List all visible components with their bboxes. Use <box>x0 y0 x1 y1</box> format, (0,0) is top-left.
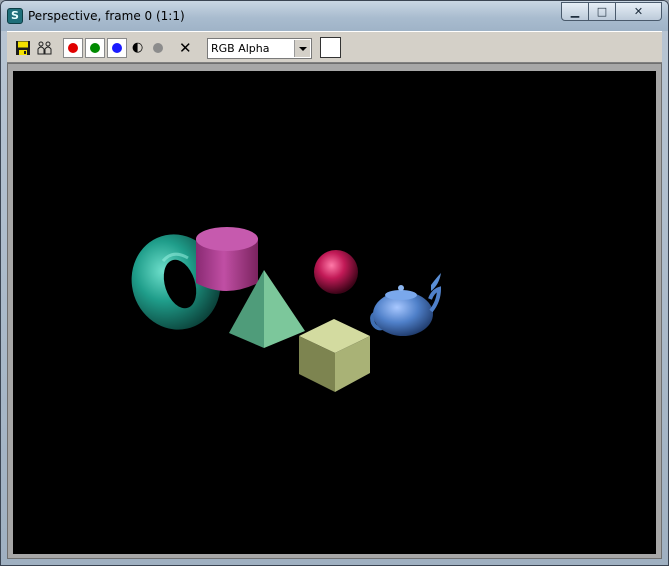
monochrome-button[interactable]: ◐ <box>132 38 146 58</box>
clear-button[interactable]: ✕ <box>179 38 195 58</box>
floppy-disk-icon <box>16 41 30 55</box>
blue-channel-toggle[interactable] <box>107 38 127 58</box>
maximize-icon: □ <box>596 5 608 18</box>
red-channel-toggle[interactable] <box>63 38 83 58</box>
render-toolbar: ◐ ✕ RGB Alpha <box>7 31 662 63</box>
sphere <box>314 250 358 294</box>
chevron-down-icon[interactable] <box>294 40 310 57</box>
app-icon[interactable]: S <box>7 8 23 24</box>
red-channel-icon <box>68 43 78 53</box>
color-swatch[interactable] <box>320 37 341 58</box>
minimize-button[interactable]: ▁ <box>561 2 589 21</box>
monochrome-icon: ◐ <box>132 40 144 55</box>
clone-window-icon <box>37 41 52 55</box>
clone-window-button[interactable] <box>35 38 55 58</box>
render-window: S Perspective, frame 0 (1:1) ▁ □ ✕ ◐ ✕ R… <box>0 0 669 566</box>
green-channel-toggle[interactable] <box>85 38 105 58</box>
box <box>299 319 370 392</box>
alpha-channel-toggle[interactable] <box>153 38 167 58</box>
close-button[interactable]: ✕ <box>616 2 662 21</box>
close-icon: ✕ <box>633 5 644 18</box>
title-bar[interactable]: S Perspective, frame 0 (1:1) ▁ □ ✕ <box>1 1 668 31</box>
alpha-channel-icon <box>153 43 163 53</box>
blue-channel-icon <box>112 43 122 53</box>
clear-icon: ✕ <box>179 39 192 57</box>
channel-select-value: RGB Alpha <box>211 42 270 55</box>
cylinder <box>196 227 258 291</box>
window-title: Perspective, frame 0 (1:1) <box>28 9 185 23</box>
maximize-button[interactable]: □ <box>589 2 616 21</box>
minimize-icon: ▁ <box>570 5 580 18</box>
render-viewport[interactable] <box>13 71 656 554</box>
rendered-scene <box>131 227 442 392</box>
viewport-frame <box>7 63 662 559</box>
teapot <box>370 273 442 336</box>
channel-select[interactable]: RGB Alpha <box>207 38 312 59</box>
green-channel-icon <box>90 43 100 53</box>
window-controls: ▁ □ ✕ <box>561 2 662 22</box>
save-button[interactable] <box>14 38 32 58</box>
